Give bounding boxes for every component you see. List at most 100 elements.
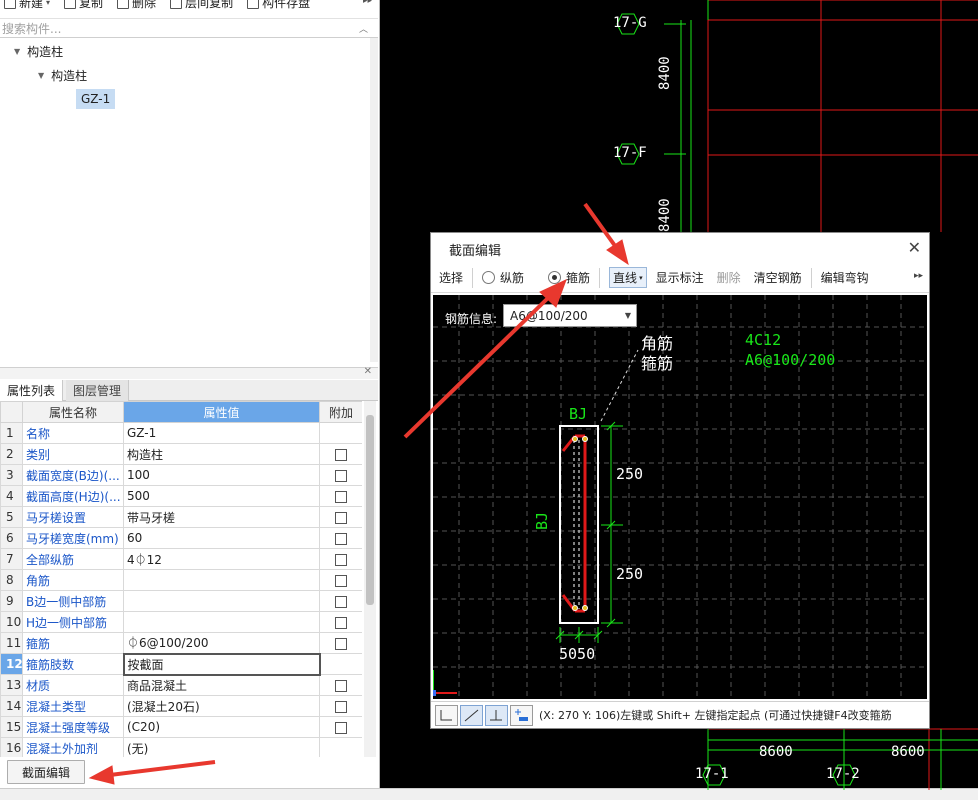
axis-label-17f: 17-F <box>613 145 647 161</box>
checkbox[interactable] <box>335 616 347 629</box>
rebar-info-select[interactable]: A6@100/200 ▼ <box>503 304 637 327</box>
dialog-statusbar: (X: 270 Y: 106)左键或 Shift+ 左键指定起点 (可通过快捷键… <box>431 701 929 728</box>
line-snap-button[interactable] <box>460 704 483 726</box>
property-value[interactable]: (混凝土20石) <box>123 695 320 717</box>
table-row[interactable]: 4 截面高度(H边)(... 500 <box>0 485 362 507</box>
ortho-snap-button[interactable] <box>435 704 458 726</box>
table-row[interactable]: 15 混凝土强度等级 (C20) <box>0 716 362 738</box>
checkbox[interactable] <box>335 553 347 566</box>
more-icon[interactable]: ▸▸ <box>363 0 372 6</box>
property-value[interactable]: GZ-1 <box>123 422 320 444</box>
table-row[interactable]: 3 截面宽度(B边)(... 100 <box>0 464 362 486</box>
search-input[interactable] <box>2 21 352 37</box>
property-value[interactable]: 带马牙槎 <box>123 506 320 528</box>
property-name: 马牙槎设置 <box>22 506 124 528</box>
dim-8400-upper: 8400 <box>657 56 673 90</box>
plus-icon <box>515 708 528 721</box>
chevron-up-icon[interactable]: ︿ <box>359 22 368 35</box>
section-drawing <box>433 295 927 699</box>
checkbox[interactable] <box>335 490 347 503</box>
table-row[interactable]: 7 全部纵筋 4⏀12 <box>0 548 362 570</box>
property-value[interactable]: 60 <box>123 527 320 549</box>
section-edit-dialog: 截面编辑 ✕ 选择 纵筋 箍筋 直线 ▾ 显示标注 删除 清空钢筋 编辑弯钩 ▸… <box>430 232 930 729</box>
longitudinal-radio[interactable]: 纵筋 <box>482 269 524 286</box>
checkbox[interactable] <box>335 637 347 650</box>
tree-node-root[interactable]: ▼ 构造柱 <box>14 42 63 60</box>
delete-button[interactable]: 删除 <box>717 269 741 286</box>
checkbox[interactable] <box>335 574 347 587</box>
tree-node-root-label: 构造柱 <box>27 44 64 59</box>
checkbox[interactable] <box>335 532 347 545</box>
property-name: 混凝土强度等级 <box>22 716 124 738</box>
clear-rebar-button[interactable]: 清空钢筋 <box>754 269 802 286</box>
dim-5050: 5050 <box>559 645 596 663</box>
expand-arrow-icon[interactable]: ▼ <box>14 47 20 56</box>
close-icon[interactable]: ✕ <box>364 366 372 377</box>
checkbox[interactable] <box>335 469 347 482</box>
property-value[interactable]: 按截面 <box>122 652 321 676</box>
table-row[interactable]: 5 马牙槎设置 带马牙槎 <box>0 506 362 528</box>
table-row[interactable]: 13 材质 商品混凝土 <box>0 674 362 696</box>
checkbox[interactable] <box>335 595 347 608</box>
checkbox[interactable] <box>335 721 347 734</box>
property-scrollbar[interactable] <box>364 401 376 757</box>
bj-top-label: BJ <box>569 405 588 423</box>
property-name: 箍筋肢数 <box>22 653 124 675</box>
close-icon[interactable]: ✕ <box>908 238 921 257</box>
scrollbar-thumb[interactable] <box>366 415 374 605</box>
checkbox[interactable] <box>335 511 347 524</box>
more-icon[interactable]: ▸▸ <box>914 271 923 281</box>
table-row[interactable]: 9 B边一侧中部筋 <box>0 590 362 612</box>
delete-button[interactable]: 删除 <box>117 0 156 11</box>
property-value[interactable]: 500 <box>123 485 320 507</box>
add-snap-button[interactable] <box>510 704 533 726</box>
table-row[interactable]: 1 名称 GZ-1 <box>0 422 362 444</box>
property-value[interactable]: ⏀6@100/200 <box>123 632 320 654</box>
property-value[interactable]: 100 <box>123 464 320 486</box>
stirrup-radio[interactable]: 箍筋 <box>548 269 590 286</box>
section-edit-button[interactable]: 截面编辑 <box>7 760 85 784</box>
property-value[interactable] <box>123 611 320 633</box>
checkbox[interactable] <box>335 448 347 461</box>
section-dimensions <box>555 421 623 643</box>
tree-node-child[interactable]: ▼ 构造柱 <box>38 66 87 84</box>
diagonal-line-icon <box>464 709 479 721</box>
property-value[interactable] <box>123 569 320 591</box>
edit-hook-button[interactable]: 编辑弯钩 <box>821 269 869 286</box>
layer-copy-button[interactable]: 层间复制 <box>170 0 233 11</box>
checkbox[interactable] <box>335 679 347 692</box>
line-mode-dropdown[interactable]: 直线 ▾ <box>609 267 647 288</box>
tree-node-gz-1[interactable]: GZ-1 <box>76 89 116 109</box>
table-row[interactable]: 2 类别 构造柱 <box>0 443 362 465</box>
save-component-button[interactable]: 构件存盘 <box>247 0 310 11</box>
property-value[interactable]: 4⏀12 <box>123 548 320 570</box>
property-value[interactable]: (C20) <box>123 716 320 738</box>
property-add <box>319 695 362 717</box>
property-value[interactable]: (无) <box>123 737 320 757</box>
dialog-titlebar[interactable]: 截面编辑 ✕ <box>431 233 929 263</box>
select-tool[interactable]: 选择 <box>439 269 463 286</box>
table-row[interactable]: 12 箍筋肢数 按截面 <box>0 652 362 676</box>
tab-layer-management[interactable]: 图层管理 <box>66 380 130 401</box>
checkbox[interactable] <box>335 700 347 713</box>
table-row[interactable]: 11 箍筋 ⏀6@100/200 <box>0 632 362 654</box>
table-row[interactable]: 14 混凝土类型 (混凝土20石) <box>0 695 362 717</box>
table-row[interactable]: 8 角筋 <box>0 569 362 591</box>
section-canvas[interactable]: 钢筋信息: A6@100/200 ▼ 角筋 箍筋 4C12 A6@100/200… <box>433 295 927 699</box>
property-value[interactable] <box>123 590 320 612</box>
copy-button[interactable]: 复制 <box>64 0 103 11</box>
table-row[interactable]: 6 马牙槎宽度(mm) 60 <box>0 527 362 549</box>
perpendicular-snap-button[interactable] <box>485 704 508 726</box>
new-button[interactable]: 新建 ▾ <box>4 0 50 11</box>
property-value[interactable]: 商品混凝土 <box>123 674 320 696</box>
property-table-container: 属性名称 属性值 附加 1 名称 GZ-1 2 类别 构造柱 3 截面宽度(B边)(... 10… <box>0 401 362 757</box>
property-add <box>319 674 362 696</box>
row-index: 5 <box>0 506 23 528</box>
tree-scrollbar[interactable] <box>370 38 378 362</box>
property-value[interactable]: 构造柱 <box>123 443 320 465</box>
tab-property-list[interactable]: 属性列表 <box>0 380 64 401</box>
table-row[interactable]: 10 H边一侧中部筋 <box>0 611 362 633</box>
show-label-button[interactable]: 显示标注 <box>656 269 704 286</box>
table-row[interactable]: 16 混凝土外加剂 (无) <box>0 737 362 757</box>
expand-arrow-icon[interactable]: ▼ <box>38 71 44 80</box>
